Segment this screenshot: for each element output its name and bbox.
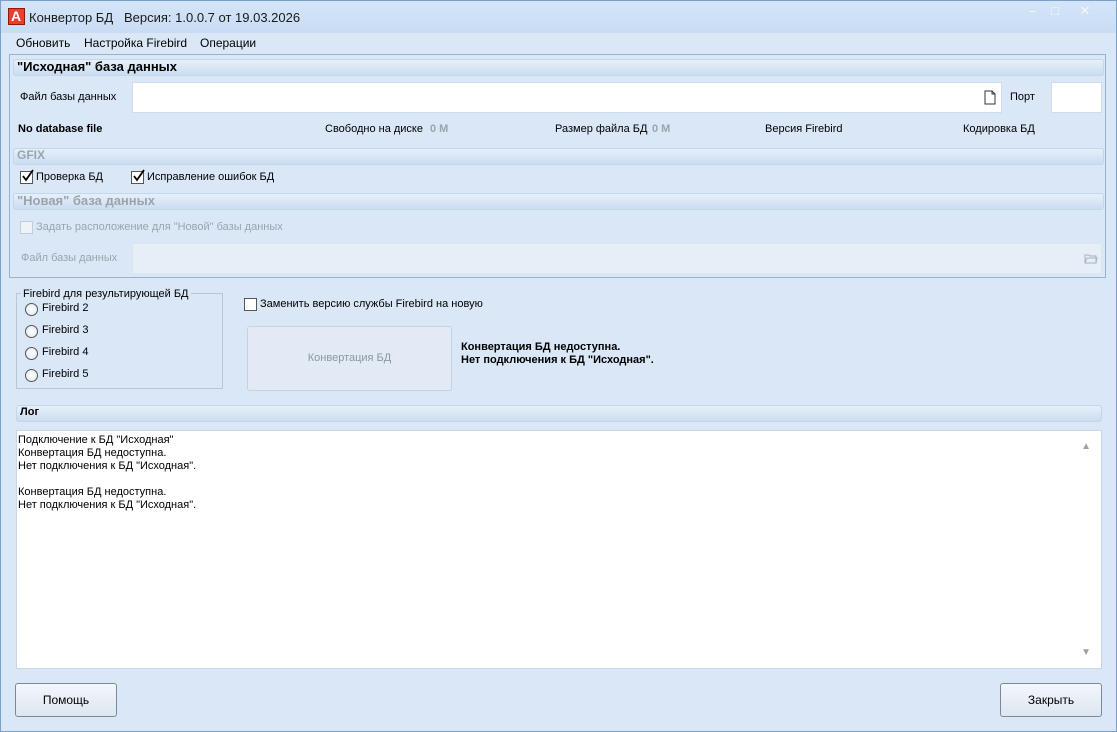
source-file-label: Файл базы данных [20,91,117,103]
firebird-2-radio[interactable] [25,303,38,316]
menu-firebird-settings[interactable]: Настройка Firebird [84,36,187,50]
port-label: Порт [1010,91,1035,103]
checkmark-icon [133,169,145,182]
checkmark-icon [22,169,34,182]
convert-status-line: Конвертация БД недоступна. [461,341,621,353]
app-version: Версия: 1.0.0.7 от 19.03.2026 [123,10,301,25]
firebird-2-label: Firebird 2 [42,302,89,314]
set-location-label: Задать расположение для "Новой" базы дан… [36,221,283,233]
firebird-4-label: Firebird 4 [42,346,89,358]
help-button[interactable]: Помощь [15,683,117,717]
target-file-input[interactable] [132,243,1102,274]
log-title: Лог [20,406,40,418]
gfix-title: GFIX [17,148,46,162]
encoding-label: Кодировка БД [963,123,1035,135]
convert-status-line: Нет подключения к БД "Исходная". [461,354,654,366]
source-file-input[interactable] [132,82,1002,113]
log-line: Подключение к БД "Исходная" [18,434,174,446]
log-header: Лог [16,405,1102,422]
title-bar: Конвертор БД Версия: 1.0.0.7 от 19.03.20… [1,1,1116,33]
firebird-5-radio[interactable] [25,369,38,382]
close-button[interactable]: Закрыть [1000,683,1102,717]
convert-db-button[interactable]: Конвертация БД [247,326,452,391]
source-db-title: "Исходная" база данных [17,59,178,74]
fix-errors-label: Исправление ошибок БД [147,171,275,183]
gfix-header: GFIX [13,148,1104,165]
window-title: Конвертор БД Версия: 1.0.0.7 от 19.03.20… [29,10,300,25]
folder-icon[interactable] [1084,253,1098,264]
firebird-5-label: Firebird 5 [42,368,89,380]
fix-errors-checkbox[interactable] [131,169,145,184]
log-line: Конвертация БД недоступна. [18,486,167,498]
main-window: Конвертор БД Версия: 1.0.0.7 от 19.03.20… [0,0,1117,732]
replace-service-label: Заменить версию службы Firebird на новую [260,298,483,310]
firebird-result-legend: Firebird для результирующей БД [21,288,191,300]
log-content: Подключение к БД "Исходная" Конвертация … [18,434,196,512]
firebird-4-radio[interactable] [25,347,38,360]
maximize-icon[interactable]: □ [1044,3,1066,19]
file-size-value: 0 M [652,123,671,135]
target-db-header: "Новая" база данных [13,193,1104,210]
firebird-version-label: Версия Firebird [765,123,843,135]
app-title: Конвертор БД [29,10,114,25]
close-window-icon[interactable]: ✕ [1074,3,1096,19]
menu-bar: Обновить Настройка Firebird Операции [1,33,1116,53]
log-textarea[interactable]: Подключение к БД "Исходная" Конвертация … [16,430,1102,669]
source-status: No database file [18,123,103,135]
target-file-label: Файл базы данных [21,252,118,264]
file-size-label: Размер файла БД [555,123,648,135]
convert-status: Конвертация БД недоступна. Нет подключен… [461,341,654,367]
menu-refresh[interactable]: Обновить [16,36,70,50]
database-panel: "Исходная" база данных Файл базы данных … [9,54,1106,278]
set-location-checkbox[interactable] [20,221,33,234]
firebird-3-radio[interactable] [25,325,38,338]
menu-operations[interactable]: Операции [200,36,256,50]
target-db-title: "Новая" база данных [17,193,155,208]
scroll-up-icon[interactable]: ▲ [1081,441,1091,452]
log-line: Конвертация БД недоступна. [18,447,167,459]
log-line: Нет подключения к БД "Исходная". [18,499,197,511]
free-space-label: Свободно на диске [325,123,423,135]
minimize-icon[interactable]: – [1022,3,1044,19]
free-space-value: 0 M [430,123,449,135]
scroll-down-icon[interactable]: ▼ [1081,647,1091,658]
source-db-header: "Исходная" база данных [13,59,1104,76]
firebird-3-label: Firebird 3 [42,324,89,336]
app-logo-icon [8,8,25,25]
check-db-label: Проверка БД [36,171,103,183]
log-line: Нет подключения к БД "Исходная". [18,460,197,472]
replace-service-checkbox[interactable] [244,298,257,311]
file-icon[interactable] [984,90,996,105]
port-input[interactable] [1051,82,1102,113]
check-db-checkbox[interactable] [20,169,34,184]
